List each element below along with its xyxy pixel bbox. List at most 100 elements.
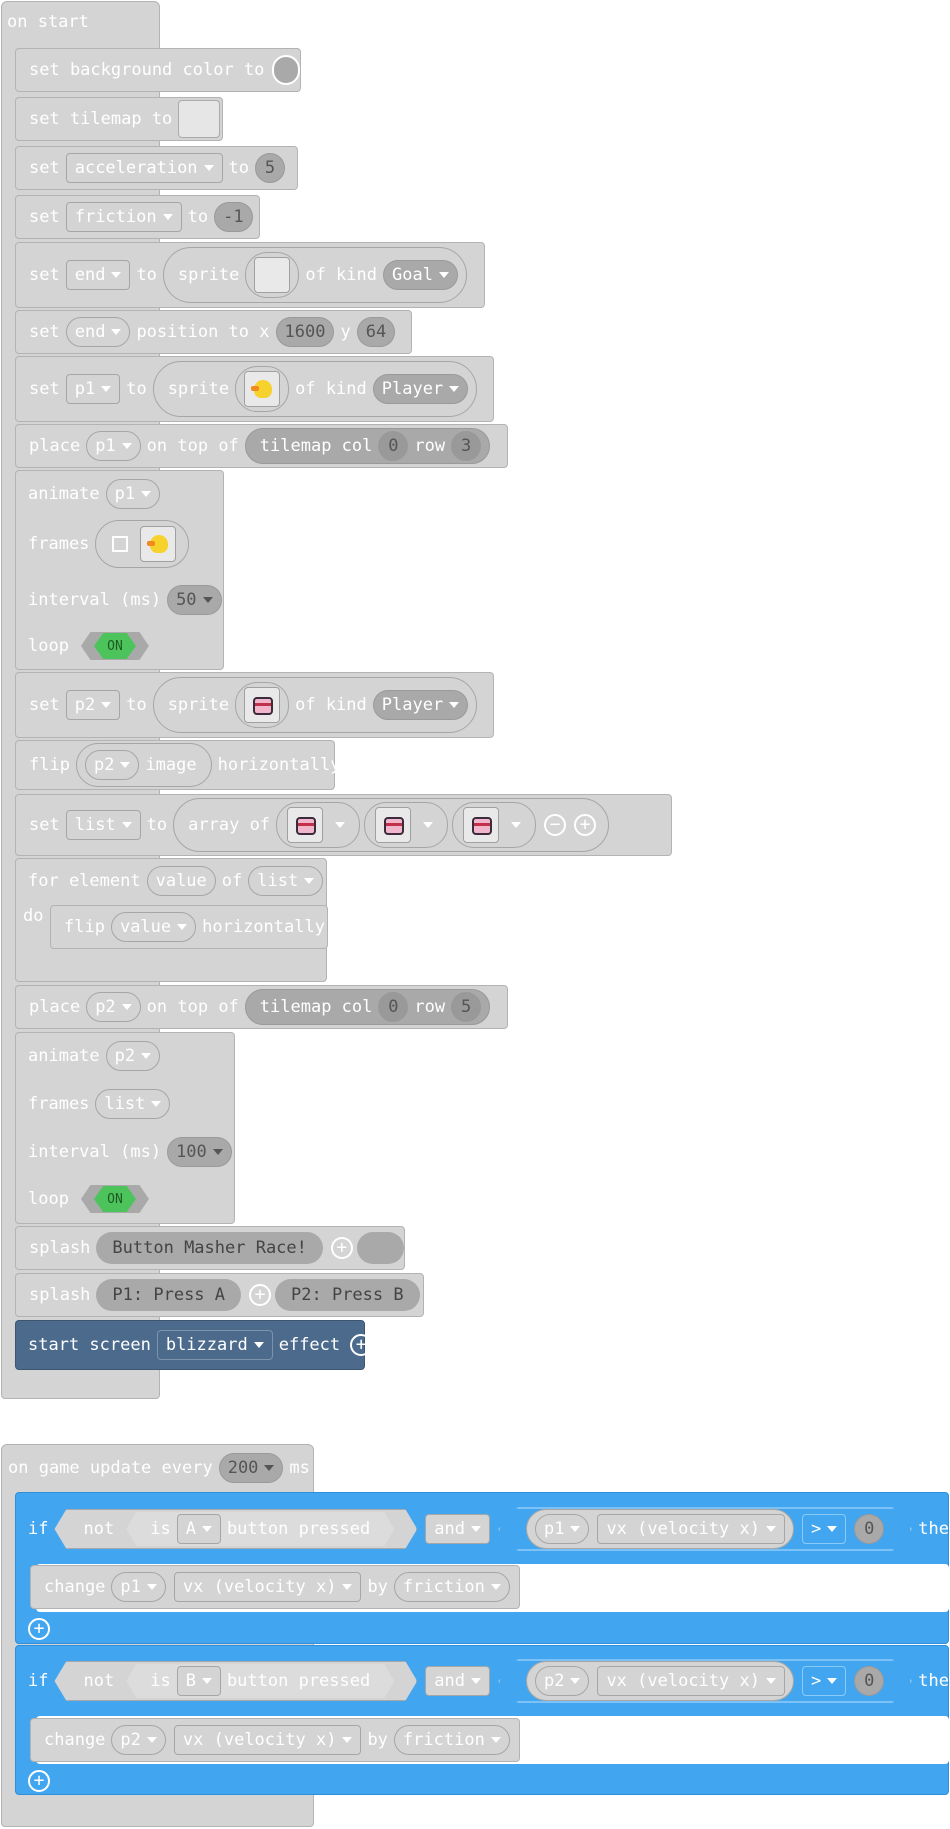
array-item-1[interactable]: [276, 802, 361, 848]
compare-block[interactable]: p2 vx (velocity x) > 0: [498, 1659, 912, 1703]
list-variable-dropdown[interactable]: list: [248, 866, 324, 896]
variable-dropdown[interactable]: friction: [65, 202, 182, 232]
property-dropdown[interactable]: vx (velocity x): [597, 1514, 785, 1544]
variable-dropdown[interactable]: p2: [65, 690, 121, 720]
kind-dropdown[interactable]: Player: [372, 374, 469, 404]
splash-title-text[interactable]: Button Masher Race!: [96, 1232, 323, 1264]
sprite-variable-dropdown[interactable]: p2: [84, 750, 140, 780]
interval-dropdown[interactable]: 100: [167, 1137, 232, 1167]
add-icon[interactable]: +: [350, 1334, 373, 1356]
splash-title-text[interactable]: P1: Press A: [96, 1279, 242, 1311]
sprite-property-block[interactable]: p2 vx (velocity x): [526, 1661, 794, 1701]
button-dropdown[interactable]: B: [177, 1666, 221, 1696]
col-input[interactable]: 0: [378, 431, 409, 461]
image-slot[interactable]: [235, 366, 290, 412]
sprite-create-block[interactable]: sprite of kind Player: [152, 361, 478, 417]
set-p1-sprite-block[interactable]: set p1 to sprite of kind Player: [15, 356, 494, 422]
place-p2-block[interactable]: place p2 on top of tilemap col 0 row 5: [15, 985, 508, 1029]
loop-toggle[interactable]: ON: [80, 632, 149, 660]
variable-dropdown[interactable]: value: [110, 912, 197, 942]
set-list-block[interactable]: set list to array of − +: [15, 794, 672, 856]
tilemap-location-block[interactable]: tilemap col 0 row 3: [244, 428, 491, 464]
variable-dropdown[interactable]: list: [65, 810, 141, 840]
value-variable-dropdown[interactable]: friction: [393, 1572, 510, 1602]
splash-block-1[interactable]: splash Button Masher Race! +: [15, 1226, 405, 1270]
sprite-create-block[interactable]: sprite of kind Player: [152, 677, 478, 733]
row-input[interactable]: 5: [451, 992, 482, 1022]
change-p1-block[interactable]: change p1 vx (velocity x) by friction: [30, 1565, 520, 1609]
is-button-pressed-block[interactable]: is A button pressed: [126, 1512, 394, 1546]
value-variable-dropdown[interactable]: friction: [393, 1725, 510, 1755]
variable-dropdown[interactable]: p1: [65, 374, 121, 404]
variable-dropdown[interactable]: acceleration: [65, 153, 223, 183]
set-friction-block[interactable]: set friction to -1: [15, 195, 260, 239]
frames-variable-dropdown[interactable]: list: [95, 1089, 171, 1119]
sprite-variable-dropdown[interactable]: p2: [535, 1666, 589, 1696]
image-slot[interactable]: [245, 252, 300, 298]
number-input[interactable]: -1: [214, 202, 253, 232]
sprite-variable-dropdown[interactable]: p1: [111, 1572, 166, 1602]
kind-dropdown[interactable]: Player: [372, 690, 469, 720]
sprite-variable-dropdown[interactable]: end: [65, 317, 131, 347]
effect-dropdown[interactable]: blizzard: [156, 1330, 273, 1360]
and-dropdown[interactable]: and: [425, 1666, 490, 1696]
property-dropdown[interactable]: vx (velocity x): [173, 1725, 362, 1755]
update-interval-dropdown[interactable]: 200: [218, 1453, 284, 1483]
add-else-icon[interactable]: +: [28, 1770, 50, 1792]
flip-p2-block[interactable]: flip p2 image horizontally: [15, 740, 340, 790]
is-button-pressed-block[interactable]: is B button pressed: [126, 1664, 394, 1698]
cat-sprite-icon[interactable]: [244, 687, 281, 723]
sprite-image-block[interactable]: p2 image: [75, 743, 212, 787]
add-icon[interactable]: +: [249, 1284, 272, 1306]
sprite-variable-dropdown[interactable]: p1: [105, 479, 161, 509]
add-else-icon[interactable]: +: [28, 1618, 50, 1640]
sprite-property-block[interactable]: p1 vx (velocity x): [526, 1509, 794, 1549]
array-item-2[interactable]: [364, 802, 449, 848]
checkbox-icon[interactable]: [112, 536, 129, 552]
compare-value-input[interactable]: 0: [854, 1514, 884, 1544]
splash-block-2[interactable]: splash P1: Press A + P2: Press B: [15, 1273, 424, 1317]
tilemap-thumbnail[interactable]: [178, 100, 221, 138]
loop-variable[interactable]: value: [146, 866, 216, 896]
change-p2-block[interactable]: change p2 vx (velocity x) by friction: [30, 1718, 520, 1762]
button-dropdown[interactable]: A: [177, 1514, 221, 1544]
place-p1-block[interactable]: place p1 on top of tilemap col 0 row 3: [15, 424, 508, 468]
operator-dropdown[interactable]: >: [802, 1514, 846, 1544]
array-item-3[interactable]: [452, 802, 537, 848]
cat-sprite-icon[interactable]: [287, 807, 324, 843]
col-input[interactable]: 0: [378, 992, 409, 1022]
add-icon[interactable]: +: [330, 1237, 353, 1259]
splash-subtitle-text[interactable]: P2: Press B: [275, 1279, 420, 1311]
frames-array-block[interactable]: [95, 520, 190, 568]
operator-dropdown[interactable]: >: [802, 1666, 846, 1696]
not-block[interactable]: not is A button pressed: [54, 1509, 417, 1549]
set-p2-sprite-block[interactable]: set p2 to sprite of kind Player: [15, 672, 494, 738]
not-block[interactable]: not is B button pressed: [54, 1661, 417, 1701]
duck-sprite-icon[interactable]: [244, 371, 281, 407]
sprite-variable-dropdown[interactable]: p1: [86, 431, 141, 461]
remove-icon[interactable]: −: [544, 814, 567, 836]
sprite-variable-dropdown[interactable]: p2: [105, 1041, 161, 1071]
number-input[interactable]: 5: [255, 153, 286, 183]
cat-sprite-icon[interactable]: [463, 807, 500, 843]
sprite-variable-dropdown[interactable]: p1: [535, 1514, 589, 1544]
sprite-variable-dropdown[interactable]: p2: [86, 992, 141, 1022]
and-dropdown[interactable]: and: [425, 1514, 490, 1544]
kind-dropdown[interactable]: Goal: [383, 260, 458, 290]
sprite-variable-dropdown[interactable]: p2: [111, 1725, 166, 1755]
y-input[interactable]: 64: [356, 317, 396, 347]
set-tilemap-block[interactable]: set tilemap to: [15, 97, 223, 141]
duck-sprite-icon[interactable]: [140, 526, 177, 562]
flip-value-block[interactable]: flip value horizontally: [50, 905, 328, 949]
add-icon[interactable]: +: [574, 814, 597, 836]
compare-block[interactable]: p1 vx (velocity x) > 0: [498, 1507, 912, 1551]
compare-value-input[interactable]: 0: [854, 1666, 884, 1696]
empty-image-icon[interactable]: [254, 257, 291, 293]
x-input[interactable]: 1600: [275, 317, 335, 347]
tilemap-location-block[interactable]: tilemap col 0 row 5: [244, 989, 491, 1025]
array-of-block[interactable]: array of − +: [173, 798, 610, 852]
set-end-sprite-block[interactable]: set end to sprite of kind Goal: [15, 242, 485, 308]
row-input[interactable]: 3: [451, 431, 482, 461]
variable-dropdown[interactable]: end: [65, 260, 131, 290]
set-end-position-block[interactable]: set end position to x 1600 y 64: [15, 310, 412, 354]
